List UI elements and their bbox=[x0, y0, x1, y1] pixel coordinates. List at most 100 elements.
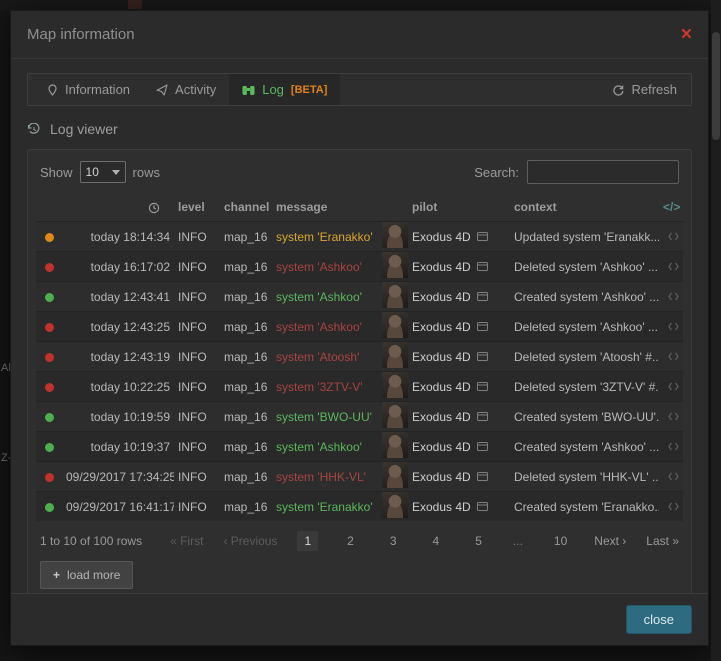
row-code-icon[interactable] bbox=[659, 282, 683, 312]
pagination-page-10[interactable]: 10 bbox=[547, 531, 574, 551]
pilot-name: Exodus 4D bbox=[412, 290, 471, 304]
channel-cell: map_16 bbox=[220, 342, 272, 372]
pagination-page-3[interactable]: 3 bbox=[383, 531, 404, 551]
page-size-select[interactable]: 10 bbox=[80, 161, 126, 183]
pin-icon bbox=[47, 84, 58, 96]
column-header-level[interactable]: level bbox=[174, 194, 220, 222]
pilot-name: Exodus 4D bbox=[412, 380, 471, 394]
message-cell: system 'BWO-UU' bbox=[272, 402, 378, 432]
pilot-info-icon[interactable] bbox=[477, 292, 488, 301]
avatar-cell bbox=[378, 492, 408, 522]
log-table-row: today 16:17:02 INFO map_16 system 'Ashko… bbox=[36, 252, 683, 282]
channel-cell: map_16 bbox=[220, 462, 272, 492]
pagination-page-1[interactable]: 1 bbox=[297, 531, 318, 551]
pilot-info-icon[interactable] bbox=[477, 442, 488, 451]
pilot-name: Exodus 4D bbox=[412, 500, 471, 514]
search-input[interactable] bbox=[527, 160, 679, 184]
status-dot-icon bbox=[45, 503, 54, 512]
column-header-time[interactable] bbox=[62, 194, 174, 222]
row-code-icon[interactable] bbox=[659, 222, 683, 252]
tab-information[interactable]: Information bbox=[34, 74, 143, 105]
status-cell bbox=[36, 252, 62, 282]
status-dot-icon bbox=[45, 293, 54, 302]
row-code-icon[interactable] bbox=[659, 462, 683, 492]
row-code-icon[interactable] bbox=[659, 402, 683, 432]
column-header-message[interactable]: message bbox=[272, 194, 378, 222]
pilot-info-icon[interactable] bbox=[477, 262, 488, 271]
close-icon[interactable]: × bbox=[681, 25, 692, 44]
pagination-page-5[interactable]: 5 bbox=[468, 531, 489, 551]
tab-log[interactable]: Log [BETA] bbox=[229, 74, 340, 105]
pilot-info-icon[interactable] bbox=[477, 232, 488, 241]
avatar-cell bbox=[378, 402, 408, 432]
background-topbar-accent bbox=[128, 0, 142, 9]
pilot-info-icon[interactable] bbox=[477, 322, 488, 331]
column-header-avatar[interactable] bbox=[378, 194, 408, 222]
pilot-info-icon[interactable] bbox=[477, 382, 488, 391]
column-header-status[interactable] bbox=[36, 194, 62, 222]
pagination-previous[interactable]: ‹ Previous bbox=[223, 534, 277, 548]
page-scrollbar-thumb[interactable] bbox=[712, 32, 720, 140]
tab-activity[interactable]: Activity bbox=[143, 74, 229, 105]
context-cell: Created system 'Eranakko... bbox=[510, 492, 659, 522]
pilot-info-icon[interactable] bbox=[477, 472, 488, 481]
background-page-topbar bbox=[0, 0, 711, 10]
pilot-cell: Exodus 4D bbox=[408, 492, 510, 522]
column-header-code[interactable]: </> bbox=[659, 194, 683, 222]
level-cell: INFO bbox=[174, 252, 220, 282]
search-group: Search: bbox=[474, 160, 679, 184]
pilot-info-icon[interactable] bbox=[477, 412, 488, 421]
close-button[interactable]: close bbox=[626, 605, 692, 634]
row-code-icon[interactable] bbox=[659, 342, 683, 372]
context-cell: Deleted system 'Ashkoo' ... bbox=[510, 252, 659, 282]
pagination-page-4[interactable]: 4 bbox=[426, 531, 447, 551]
pilot-cell: Exodus 4D bbox=[408, 432, 510, 462]
message-cell: system 'HHK-VL' bbox=[272, 462, 378, 492]
pagination-ellipsis: ... bbox=[511, 531, 525, 551]
avatar-cell bbox=[378, 432, 408, 462]
dialog-body: Information Activity Log [BETA] bbox=[11, 59, 708, 593]
pagination-page-2[interactable]: 2 bbox=[340, 531, 361, 551]
pilot-avatar bbox=[382, 252, 408, 278]
pagination-first[interactable]: « First bbox=[170, 534, 203, 548]
status-dot-icon bbox=[45, 443, 54, 452]
log-table-row: 09/29/2017 16:41:17 INFO map_16 system '… bbox=[36, 492, 683, 522]
pilot-avatar bbox=[382, 312, 408, 338]
row-code-icon[interactable] bbox=[659, 312, 683, 342]
channel-cell: map_16 bbox=[220, 252, 272, 282]
column-header-context[interactable]: context bbox=[510, 194, 659, 222]
pagination-row: 1 to 10 of 100 rows « First ‹ Previous 1… bbox=[36, 531, 683, 551]
pilot-cell: Exodus 4D bbox=[408, 342, 510, 372]
page-size-group: Show 10 rows bbox=[40, 161, 160, 183]
timestamp-cell: 09/29/2017 16:41:17 bbox=[62, 492, 174, 522]
row-code-icon[interactable] bbox=[659, 372, 683, 402]
pagination-last[interactable]: Last » bbox=[646, 534, 679, 548]
tab-bar: Information Activity Log [BETA] bbox=[27, 73, 692, 106]
pilot-avatar bbox=[382, 402, 408, 428]
status-dot-icon bbox=[45, 473, 54, 482]
message-cell: system 'Ashkoo' bbox=[272, 252, 378, 282]
dialog-title: Map information bbox=[27, 26, 135, 43]
log-table-row: 09/29/2017 17:34:25 INFO map_16 system '… bbox=[36, 462, 683, 492]
pilot-cell: Exodus 4D bbox=[408, 282, 510, 312]
column-header-pilot[interactable]: pilot bbox=[408, 194, 510, 222]
row-code-icon[interactable] bbox=[659, 252, 683, 282]
pilot-avatar bbox=[382, 492, 408, 518]
channel-cell: map_16 bbox=[220, 492, 272, 522]
channel-cell: map_16 bbox=[220, 432, 272, 462]
log-table-row: today 12:43:25 INFO map_16 system 'Ashko… bbox=[36, 312, 683, 342]
row-code-icon[interactable] bbox=[659, 432, 683, 462]
log-table-body: today 18:14:34 INFO map_16 system 'Erana… bbox=[36, 222, 683, 522]
channel-cell: map_16 bbox=[220, 372, 272, 402]
pilot-info-icon[interactable] bbox=[477, 352, 488, 361]
timestamp-cell: today 18:14:34 bbox=[62, 222, 174, 252]
pilot-info-icon[interactable] bbox=[477, 502, 488, 511]
pagination-next[interactable]: Next › bbox=[594, 534, 626, 548]
refresh-button[interactable]: Refresh bbox=[604, 82, 685, 97]
column-header-channel[interactable]: channel bbox=[220, 194, 272, 222]
level-cell: INFO bbox=[174, 492, 220, 522]
tab-label: Log bbox=[262, 82, 284, 97]
page-scrollbar-track[interactable] bbox=[711, 0, 721, 661]
row-code-icon[interactable] bbox=[659, 492, 683, 522]
load-more-button[interactable]: + load more bbox=[40, 561, 133, 589]
